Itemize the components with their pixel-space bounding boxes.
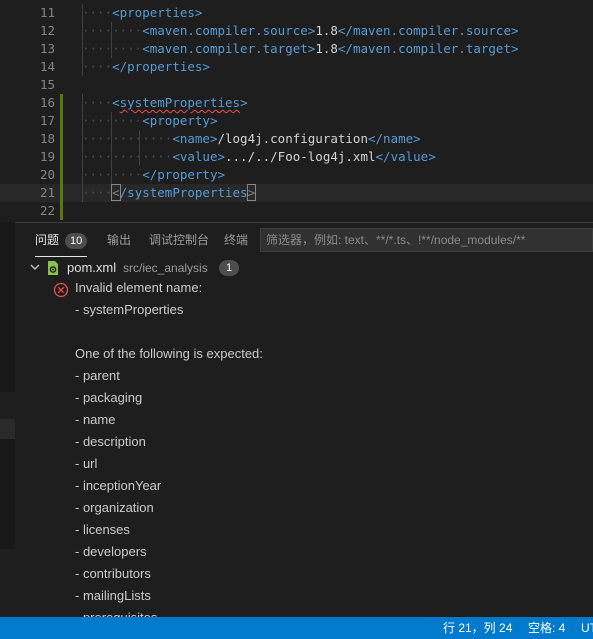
- problem-message-line: - mailingLists: [75, 588, 151, 603]
- line-number: 21: [39, 185, 55, 200]
- problem-file-path: src/iec_analysis: [123, 261, 208, 275]
- chevron-down-icon[interactable]: [29, 257, 41, 279]
- left-strip-block: [0, 419, 15, 439]
- git-added-marker: [60, 130, 63, 148]
- line-number: 18: [39, 131, 55, 146]
- code-content: ········<property>: [82, 113, 218, 128]
- filter-input[interactable]: 筛选器，例如: text、**/*.ts、!**/node_modules/**: [260, 228, 593, 252]
- code-content: ········<maven.compiler.target>1.8</mave…: [82, 41, 519, 56]
- line-number: 17: [39, 113, 55, 128]
- code-line[interactable]: 14 ····</properties>: [0, 58, 593, 76]
- code-line[interactable]: 15: [0, 76, 593, 94]
- problem-message-line: - name: [75, 412, 116, 427]
- problem-message-line: - parent: [75, 368, 120, 383]
- code-content: ····<systemProperties>: [82, 95, 248, 110]
- code-content: ········</property>: [82, 167, 226, 182]
- git-added-marker: [60, 148, 63, 166]
- maven-file-icon: [48, 261, 58, 275]
- code-line[interactable]: 21 ····</systemProperties>: [0, 184, 593, 202]
- tab-output[interactable]: 输出: [107, 223, 131, 257]
- code-content: ············<name>/log4j.configuration</…: [82, 131, 421, 146]
- problem-message-line: - url: [75, 456, 98, 471]
- line-number: 22: [39, 203, 55, 218]
- code-line[interactable]: 13 ········<maven.compiler.target>1.8</ma…: [0, 40, 593, 58]
- git-added-marker: [60, 94, 63, 112]
- code-line[interactable]: 20 ········</property>: [0, 166, 593, 184]
- problem-file-name: pom.xml: [67, 260, 117, 275]
- git-added-marker: [60, 202, 63, 220]
- code-line[interactable]: 18 ············<name>/log4j.configuration…: [0, 130, 593, 148]
- problems-count-badge: 10: [65, 233, 88, 249]
- left-strip-block: [0, 439, 15, 549]
- code-content: ····</properties>: [82, 59, 210, 74]
- problem-message-line: - developers: [75, 544, 147, 559]
- encoding-setting[interactable]: UTF-8: [581, 617, 593, 639]
- line-number: 15: [39, 77, 55, 92]
- git-added-marker: [60, 184, 63, 202]
- left-edge-strip: [0, 222, 15, 617]
- code-line[interactable]: 12 ········<maven.compiler.source>1.8</ma…: [0, 22, 593, 40]
- problem-message-line: - licenses: [75, 522, 130, 537]
- problem-message-line: - contributors: [75, 566, 151, 581]
- line-number: 16: [39, 95, 55, 110]
- line-number: 20: [39, 167, 55, 182]
- indentation-setting[interactable]: 空格: 4: [528, 617, 565, 639]
- problem-message-line: - systemProperties: [75, 302, 184, 317]
- status-bar: 行 21，列 24 空格: 4 UTF-8: [0, 617, 593, 639]
- code-line[interactable]: 17 ········<property>: [0, 112, 593, 130]
- tab-problems-label: 问题: [35, 233, 60, 247]
- problem-message-line: - organization: [75, 500, 154, 515]
- code-line[interactable]: 22: [0, 202, 593, 220]
- problem-message-line: One of the following is expected:: [75, 346, 263, 361]
- tab-debug-console[interactable]: 调试控制台: [149, 223, 209, 257]
- line-number: 12: [39, 23, 55, 38]
- error-icon: [53, 282, 69, 298]
- line-number: 19: [39, 149, 55, 164]
- problem-message[interactable]: Invalid element name: - systemProperties O…: [15, 279, 593, 618]
- code-content: ········<maven.compiler.source>1.8</mave…: [82, 23, 519, 38]
- problems-panel: 问题 10 输出 调试控制台 终端 筛选器，例如: text、**/*.ts、!*…: [15, 222, 593, 618]
- tab-terminal-label: 终端: [224, 233, 249, 247]
- code-line[interactable]: 19 ············<value>.../../Foo-log4j.xm…: [0, 148, 593, 166]
- left-strip-block: [0, 222, 15, 392]
- problem-message-line: - packaging: [75, 390, 143, 405]
- tab-problems[interactable]: 问题 10: [35, 223, 88, 257]
- filter-placeholder: 筛选器，例如: text、**/*.ts、!**/node_modules/**: [266, 233, 526, 247]
- code-line[interactable]: 16 ····<systemProperties>: [0, 94, 593, 112]
- code-content: ····</systemProperties>: [82, 184, 257, 201]
- tab-output-label: 输出: [107, 233, 132, 247]
- line-number: 14: [39, 59, 55, 74]
- problem-file-count: 1: [219, 260, 239, 276]
- code-line[interactable]: 11 ····<properties>: [0, 4, 593, 22]
- panel-tabs: 问题 10 输出 调试控制台 终端 筛选器，例如: text、**/*.ts、!*…: [15, 223, 593, 257]
- problem-message-line: - description: [75, 434, 146, 449]
- line-number: 13: [39, 41, 55, 56]
- git-added-marker: [60, 112, 63, 130]
- git-added-marker: [60, 166, 63, 184]
- problem-message-line: - inceptionYear: [75, 478, 162, 493]
- tab-debug-console-label: 调试控制台: [149, 233, 210, 247]
- line-number: 11: [39, 5, 55, 20]
- code-content: ············<value>.../../Foo-log4j.xml<…: [82, 149, 436, 164]
- code-content: ····<properties>: [82, 5, 203, 20]
- tab-terminal[interactable]: 终端: [224, 223, 248, 257]
- problem-file-row[interactable]: pom.xml src/iec_analysis 1: [15, 257, 593, 279]
- code-editor[interactable]: 11 ····<properties> 12 ········<maven.compi…: [0, 0, 593, 222]
- cursor-position[interactable]: 行 21，列 24: [443, 617, 512, 639]
- problem-message-line: Invalid element name:: [75, 280, 203, 295]
